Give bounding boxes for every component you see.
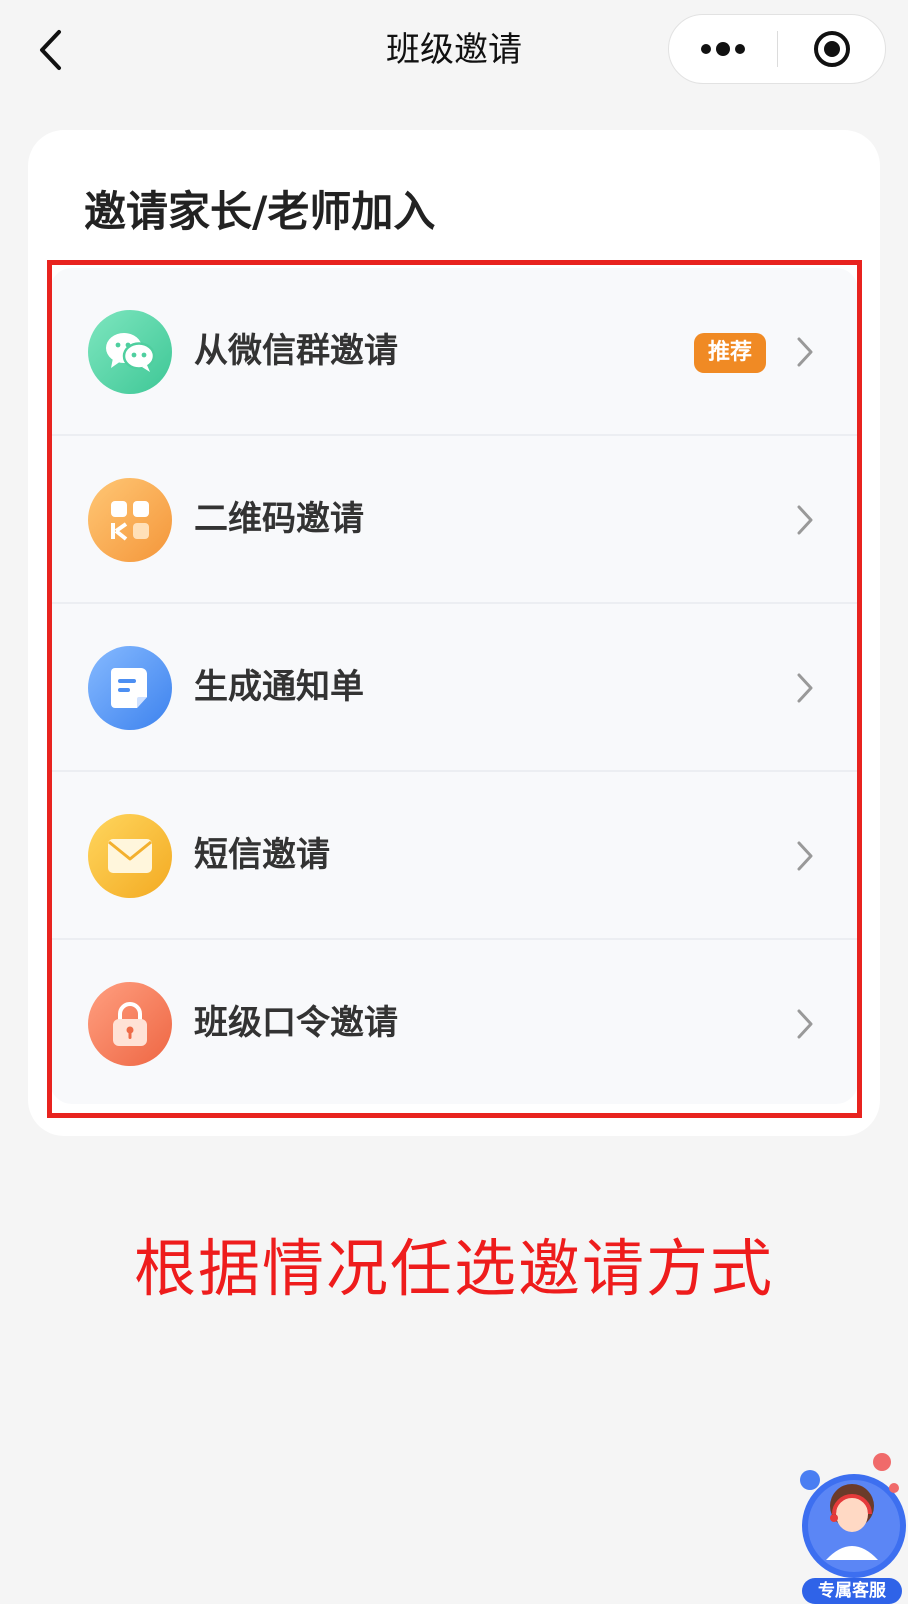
envelope-icon (88, 814, 172, 898)
invite-option-class-password[interactable]: 班级口令邀请 (50, 940, 858, 1104)
invite-option-notice[interactable]: 生成通知单 (50, 604, 858, 772)
chevron-right-icon (790, 838, 820, 874)
option-label: 二维码邀请 (194, 499, 364, 539)
chevron-right-icon (790, 1006, 820, 1042)
menu-capsule (668, 14, 886, 84)
option-label: 短信邀请 (194, 835, 330, 875)
option-label: 从微信群邀请 (194, 331, 398, 371)
customer-service-button[interactable]: 专属客服 (790, 1440, 908, 1604)
customer-service-label: 专属客服 (802, 1578, 902, 1604)
annotation-text: 根据情况任选邀请方式 (133, 1232, 774, 1305)
invite-options-list: 从微信群邀请 推荐 二维码邀请 生成通知单 短信邀请 班级口令邀请 (50, 268, 858, 1104)
option-label: 生成通知单 (194, 667, 364, 707)
wechat-icon (88, 310, 172, 394)
customer-service-avatar-icon (800, 1453, 906, 1578)
invite-card: 邀请家长/老师加入 从微信群邀请 推荐 二维码邀请 生成通知单 短信邀请 班级口… (28, 130, 880, 1136)
card-title: 邀请家长/老师加入 (84, 187, 436, 236)
navigation-bar: 班级邀请 (0, 0, 908, 100)
close-miniprogram-button[interactable] (778, 15, 886, 83)
chevron-right-icon (790, 670, 820, 706)
lock-icon (88, 982, 172, 1066)
invite-option-sms[interactable]: 短信邀请 (50, 772, 858, 940)
invite-option-qrcode[interactable]: 二维码邀请 (50, 436, 858, 604)
target-circle-icon (814, 31, 850, 67)
more-dots-icon (701, 42, 745, 56)
qrcode-icon (88, 478, 172, 562)
chevron-right-icon (790, 334, 820, 370)
more-button[interactable] (669, 15, 777, 83)
recommend-badge: 推荐 (694, 333, 766, 373)
chevron-right-icon (790, 502, 820, 538)
option-label: 班级口令邀请 (194, 1003, 398, 1043)
invite-option-wechat-group[interactable]: 从微信群邀请 推荐 (50, 268, 858, 436)
document-icon (88, 646, 172, 730)
